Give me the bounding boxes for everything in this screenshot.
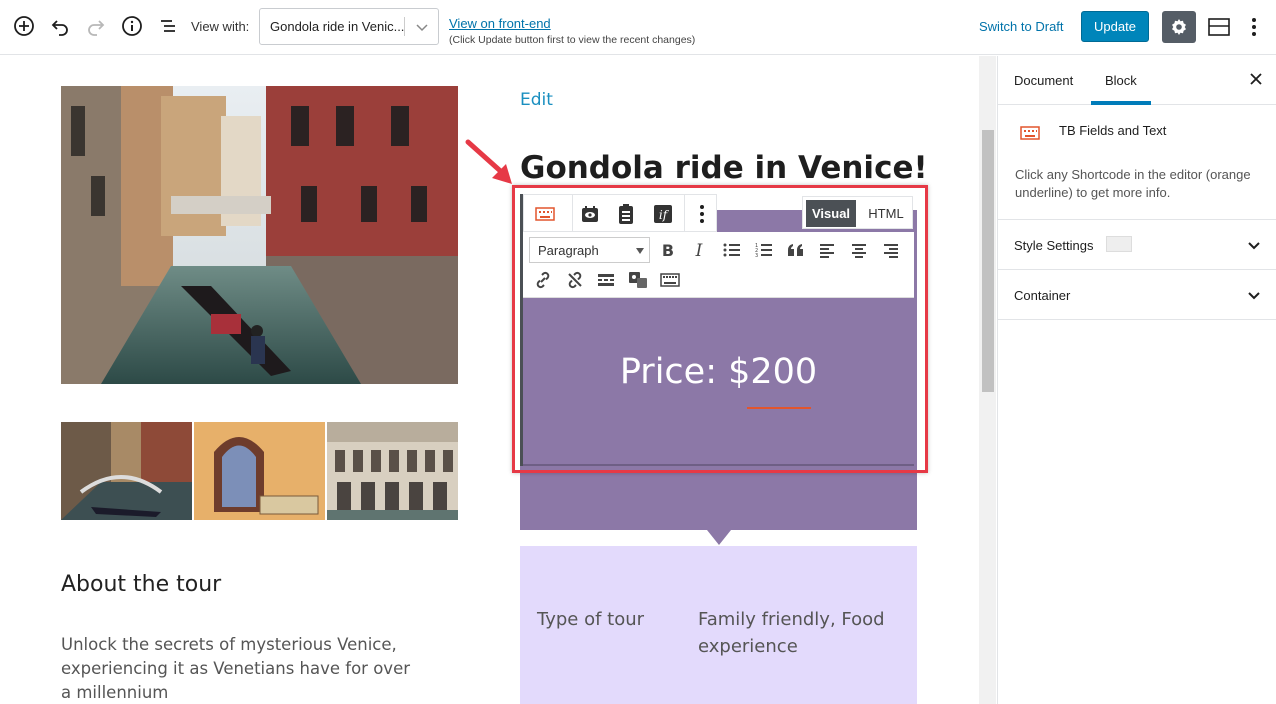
shortcode-insert-icon[interactable] xyxy=(624,266,652,294)
align-right-icon[interactable] xyxy=(877,236,905,264)
style-settings-panel[interactable]: Style Settings xyxy=(998,220,1276,270)
update-button[interactable]: Update xyxy=(1081,11,1149,42)
gallery-thumbnail[interactable] xyxy=(327,422,458,520)
bold-icon[interactable]: B xyxy=(654,236,682,264)
editor-mode-tabs: Visual HTML xyxy=(802,196,913,229)
container-panel[interactable]: Container xyxy=(998,270,1276,320)
toolbar-separator xyxy=(572,195,573,232)
about-tour-text[interactable]: Unlock the secrets of mysterious Venice,… xyxy=(61,633,421,704)
bulleted-list-icon[interactable] xyxy=(718,236,746,264)
conditional-function-icon[interactable]: if xyxy=(648,199,678,229)
tab-document[interactable]: Document xyxy=(1014,73,1073,88)
settings-sidebar: Document Block TB Fields and Text Click … xyxy=(997,56,1276,704)
tour-type-value[interactable]: Family friendly, Food experience xyxy=(698,606,908,660)
container-title: Container xyxy=(1014,288,1071,303)
chevron-down-icon xyxy=(414,19,430,35)
more-options-icon[interactable] xyxy=(1244,13,1264,41)
settings-gear-button[interactable] xyxy=(1162,11,1196,43)
price-block-notch xyxy=(707,530,731,545)
info-icon[interactable] xyxy=(119,12,145,40)
editor-top-toolbar: View with: Gondola ride in Venic... View… xyxy=(0,0,1276,55)
redo-icon[interactable] xyxy=(83,12,109,40)
svg-text:B: B xyxy=(662,242,674,258)
gear-icon xyxy=(1172,19,1186,35)
canvas-scrollbar-thumb[interactable] xyxy=(982,130,994,392)
select-divider xyxy=(404,17,405,36)
svg-text:I: I xyxy=(695,242,703,258)
blockquote-icon[interactable] xyxy=(782,236,810,264)
tour-type-label[interactable]: Type of tour xyxy=(537,606,647,633)
about-tour-heading[interactable]: About the tour xyxy=(61,572,221,597)
undo-icon[interactable] xyxy=(47,12,73,40)
sidebar-tabs: Document Block xyxy=(998,56,1276,105)
toolbar-toggle-keyboard-icon[interactable] xyxy=(656,266,684,294)
block-toolbar: if xyxy=(523,194,717,232)
align-left-icon[interactable] xyxy=(813,236,841,264)
format-select-value: Paragraph xyxy=(538,243,599,258)
edit-link[interactable]: Edit xyxy=(520,90,553,110)
keyboard-icon xyxy=(1020,126,1040,145)
block-description: Click any Shortcode in the editor (orang… xyxy=(1015,167,1251,200)
price-text[interactable]: Price: $200 xyxy=(523,352,914,392)
fields-icon[interactable] xyxy=(611,199,641,229)
svg-text:3: 3 xyxy=(755,253,758,258)
block-name: TB Fields and Text xyxy=(1059,123,1167,138)
style-color-swatch xyxy=(1106,236,1132,252)
format-select[interactable]: Paragraph xyxy=(529,237,650,263)
switch-to-draft-button[interactable]: Switch to Draft xyxy=(979,19,1064,34)
style-settings-title: Style Settings xyxy=(1014,238,1094,253)
annotation-arrow-icon xyxy=(465,139,512,184)
selected-block-bottom-edge xyxy=(523,464,914,466)
keyboard-icon[interactable] xyxy=(530,199,560,229)
insert-link-icon[interactable] xyxy=(529,266,557,294)
top-toolbar-toggle-icon[interactable] xyxy=(1206,13,1232,41)
gallery-thumbnail[interactable] xyxy=(61,422,192,520)
italic-icon[interactable]: I xyxy=(685,236,713,264)
gallery-thumbnail[interactable] xyxy=(194,422,325,520)
view-update-note: (Click Update button first to view the r… xyxy=(449,34,696,46)
chevron-down-icon xyxy=(1246,287,1262,303)
tab-visual[interactable]: Visual xyxy=(806,200,856,227)
rich-text-toolbar: Paragraph B I 123 xyxy=(523,232,914,298)
view-with-select[interactable]: Gondola ride in Venic... xyxy=(259,8,439,45)
align-center-icon[interactable] xyxy=(845,236,873,264)
block-navigation-icon[interactable] xyxy=(155,12,181,40)
tab-block[interactable]: Block xyxy=(1105,73,1137,88)
toolbar-separator xyxy=(684,195,685,232)
caret-down-icon xyxy=(636,248,644,254)
chevron-down-icon xyxy=(1246,237,1262,253)
close-icon[interactable] xyxy=(1248,71,1264,87)
read-more-icon[interactable] xyxy=(592,266,620,294)
post-title[interactable]: Gondola ride in Venice! xyxy=(520,150,928,186)
preview-eye-icon[interactable] xyxy=(575,199,605,229)
view-with-label: View with: xyxy=(191,19,250,34)
view-with-value: Gondola ride in Venic... xyxy=(270,19,404,34)
venice-canal-image[interactable] xyxy=(61,86,458,384)
block-more-options-icon[interactable] xyxy=(687,199,717,229)
numbered-list-icon[interactable]: 123 xyxy=(750,236,778,264)
view-on-front-end-link[interactable]: View on front-end xyxy=(449,16,551,31)
shortcode-underline[interactable] xyxy=(747,407,811,409)
add-block-icon[interactable] xyxy=(11,12,37,40)
remove-link-icon[interactable] xyxy=(561,266,589,294)
tab-html[interactable]: HTML xyxy=(863,200,909,227)
